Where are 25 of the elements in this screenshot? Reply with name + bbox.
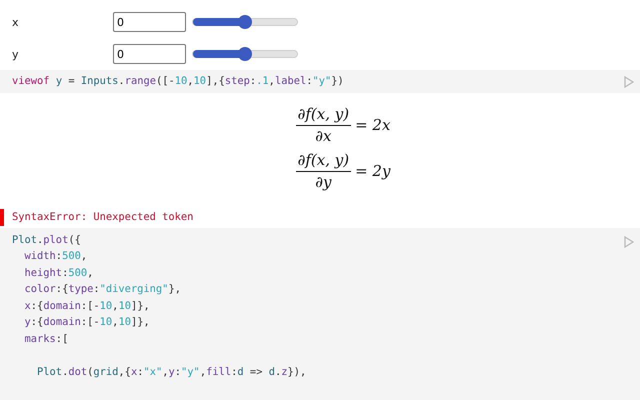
number-field[interactable]: 0 bbox=[113, 12, 186, 32]
input-label: x bbox=[12, 16, 20, 28]
math-numerator: ∂f(x, y) bbox=[296, 150, 350, 170]
math-denominator: ∂x bbox=[315, 126, 332, 144]
code-line: y:{domain:[-10,10]}, bbox=[24, 315, 150, 330]
code-line: x:{domain:[-10,10]}, bbox=[24, 298, 150, 314]
math-numerator: ∂f(x, y) bbox=[296, 104, 350, 124]
code-line: marks:[ bbox=[24, 332, 68, 346]
input-label: y bbox=[12, 48, 20, 60]
code-line: width:500, bbox=[24, 249, 88, 264]
code-line: Plot.dot(grid,{x:"x",y:"y",fill:d => d.z}), bbox=[36, 364, 306, 380]
number-field[interactable]: 0 bbox=[113, 44, 186, 64]
slider-thumb[interactable] bbox=[238, 15, 252, 29]
code-line: Plot.plot({ bbox=[12, 232, 81, 248]
math-denominator: ∂y bbox=[315, 172, 332, 190]
math-result: = 2x bbox=[355, 116, 390, 134]
code-line: color:{type:"diverging"}, bbox=[24, 282, 181, 297]
code-cell[interactable]: viewof y = Inputs.range([-10,10],{step:.1,label:"y"}) bbox=[0, 70, 640, 92]
code-cell[interactable]: Plot.plot({ width:500, height:500, color:{type:"diverging"}, x:{domain:[-10,10]}, y:{domain:[-10,10]}, marks:[ Plot.dot(grid,{x:"x",y:"y",fill:d => d.z}), bbox=[0, 228, 640, 400]
slider-thumb[interactable] bbox=[238, 47, 252, 61]
code-line: viewof y = Inputs.range([-10,10],{step:.1,label:"y"}) bbox=[12, 74, 344, 89]
math-result: = 2y bbox=[355, 162, 390, 180]
range-slider[interactable] bbox=[192, 50, 298, 58]
range-slider[interactable] bbox=[192, 18, 298, 26]
code-line: height:500, bbox=[24, 266, 94, 280]
